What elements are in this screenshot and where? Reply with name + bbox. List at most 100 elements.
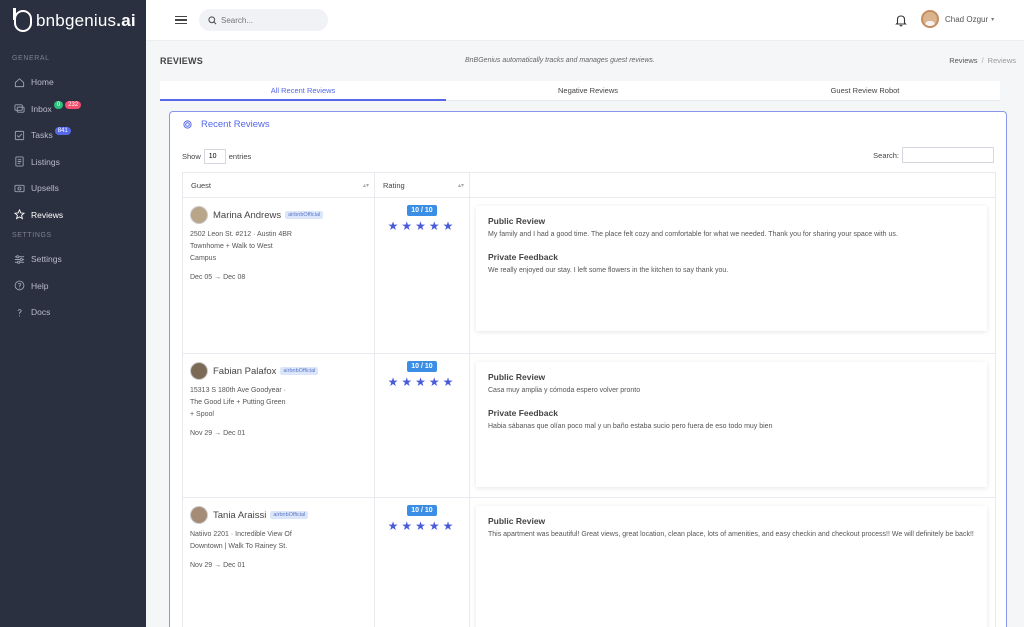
guest-cell: Fabian Palafox airbnbOfficial 15313 S 18…	[182, 354, 375, 497]
page-title: REVIEWS	[160, 56, 203, 66]
rating-badge: 10 / 10	[407, 205, 437, 216]
search-bar[interactable]	[199, 9, 328, 31]
guest-name[interactable]: Fabian Palafox	[213, 366, 276, 377]
page-description: BnBGenius automatically tracks and manag…	[465, 57, 655, 64]
table-search: Search:	[873, 147, 994, 163]
column-header-guest[interactable]: Guest ▴▾	[182, 173, 375, 197]
nav-section-settings: SETTINGS	[12, 231, 52, 239]
address-line: Townhome + Walk to West	[190, 243, 273, 250]
listings-icon	[13, 156, 25, 168]
sidebar-item-upsells[interactable]: Upsells	[0, 175, 146, 202]
channel-tag: airbnbOfficial	[285, 211, 324, 219]
private-feedback-text: Habia sábanas que olían poco mal y un ba…	[488, 423, 773, 430]
guest-cell: Marina Andrews airbnbOfficial 2502 Leon …	[182, 198, 375, 353]
sidebar-item-help[interactable]: Help	[0, 273, 146, 300]
sort-icon: ▴▾	[457, 182, 464, 189]
review-cell: Public Review My family and I had a good…	[470, 198, 996, 353]
sidebar: bnbgenius.ai GENERAL Home Inbox 0 232 Ta…	[0, 0, 146, 627]
tab-negative-reviews[interactable]: Negative Reviews	[446, 81, 730, 101]
tab-all-recent-reviews[interactable]: All Recent Reviews	[160, 81, 446, 101]
guest-name[interactable]: Tania Araissi	[213, 510, 266, 521]
notification-bell-icon[interactable]	[894, 13, 908, 27]
hamburger-menu-icon[interactable]	[175, 14, 187, 27]
sidebar-item-listings[interactable]: Listings	[0, 149, 146, 176]
nav-section-general: GENERAL	[12, 54, 50, 62]
channel-tag: airbnbOfficial	[270, 511, 309, 519]
logo-icon	[13, 7, 32, 32]
review-tabs: All Recent Reviews Negative Reviews Gues…	[160, 81, 1000, 101]
review-box: Public Review My family and I had a good…	[476, 206, 987, 331]
address-line: Campus	[190, 255, 217, 262]
logo-suffix: .ai	[116, 10, 136, 30]
listing-address[interactable]: Natiivo 2201 · Incredible View Of Downto…	[183, 524, 374, 553]
address-line: 15313 S 180th Ave Goodyear ·	[190, 387, 286, 394]
inbox-badge-total: 232	[65, 100, 82, 109]
public-review-label: Public Review	[488, 516, 546, 526]
sidebar-item-label: Settings	[31, 254, 62, 265]
app-logo[interactable]: bnbgenius.ai	[0, 0, 146, 41]
card-title: Recent Reviews	[183, 119, 270, 130]
breadcrumb-link[interactable]: Reviews	[949, 56, 977, 65]
sidebar-item-home[interactable]: Home	[0, 69, 146, 96]
inbox-badge-unread: 0	[53, 100, 64, 109]
user-name: Chad Ozgur	[945, 14, 989, 24]
home-icon	[13, 76, 25, 88]
rating-badge: 10 / 10	[407, 361, 437, 372]
review-cell: Public Review This apartment was beautif…	[470, 498, 996, 627]
column-header-rating[interactable]: Rating ▴▾	[375, 173, 470, 197]
chevron-down-icon: ▾	[991, 16, 995, 23]
table-header: Guest ▴▾ Rating ▴▾	[182, 172, 996, 198]
guest-avatar	[190, 206, 208, 224]
help-icon	[13, 280, 25, 292]
breadcrumb-current: Reviews	[987, 56, 1016, 65]
stay-dates: Nov 29 → Dec 01	[190, 562, 246, 569]
user-menu[interactable]: Chad Ozgur ▾	[921, 10, 994, 28]
sidebar-item-settings[interactable]: Settings	[0, 246, 146, 273]
sidebar-item-tasks[interactable]: Tasks 841	[0, 122, 146, 149]
table-search-input[interactable]	[902, 147, 994, 163]
column-header-label: Rating	[383, 180, 405, 190]
private-feedback-text: We really enjoyed our stay. I left some …	[488, 267, 729, 274]
listing-address[interactable]: 2502 Leon St. #212 · Austin 4BR Townhome…	[183, 224, 374, 265]
inbox-icon	[13, 103, 25, 115]
table-search-label: Search:	[873, 150, 899, 160]
entries-control: Show entries	[182, 149, 251, 164]
address-line: The Good Life + Putting Green	[190, 399, 286, 406]
breadcrumb: Reviews / Reviews	[949, 56, 1016, 65]
star-rating-icon: ★★★★★	[387, 375, 457, 389]
public-review-text: Casa muy amplia y cómoda espero volver p…	[488, 387, 641, 394]
search-input[interactable]	[221, 15, 316, 25]
sidebar-item-inbox[interactable]: Inbox 0 232	[0, 96, 146, 123]
channel-tag: airbnbOfficial	[280, 367, 319, 375]
entries-select[interactable]	[203, 149, 226, 164]
review-box: Public Review This apartment was beautif…	[476, 506, 987, 627]
guest-cell: Tania Araissi airbnbOfficial Natiivo 220…	[182, 498, 375, 627]
sidebar-item-label: Reviews	[31, 209, 64, 220]
star-icon	[13, 209, 25, 221]
sliders-icon	[13, 253, 25, 265]
target-icon	[183, 120, 192, 129]
logo-text: bnbgenius	[36, 10, 117, 30]
listing-address[interactable]: 15313 S 180th Ave Goodyear · The Good Li…	[183, 380, 374, 421]
address-line: + Spool	[190, 411, 214, 418]
column-header-review	[470, 173, 996, 197]
review-box: Public Review Casa muy amplia y cómoda e…	[476, 362, 987, 487]
sort-icon: ▴▾	[362, 182, 369, 189]
sidebar-item-reviews[interactable]: Reviews	[0, 202, 146, 229]
guest-name[interactable]: Marina Andrews	[213, 210, 281, 221]
sidebar-item-label: Help	[31, 280, 49, 291]
rating-cell: 10 / 10 ★★★★★	[375, 354, 470, 497]
sidebar-item-docs[interactable]: Docs	[0, 299, 146, 326]
sidebar-item-label: Upsells	[31, 183, 59, 194]
top-bar: Chad Ozgur ▾	[146, 0, 1024, 41]
sidebar-item-label: Docs	[31, 307, 51, 318]
guest-avatar	[190, 506, 208, 524]
table-row: Fabian Palafox airbnbOfficial 15313 S 18…	[182, 354, 996, 498]
guest-avatar	[190, 362, 208, 380]
tasks-badge: 841	[54, 127, 71, 136]
show-label: Show	[182, 152, 201, 161]
tab-guest-review-robot[interactable]: Guest Review Robot	[730, 81, 1000, 101]
rating-cell: 10 / 10 ★★★★★	[375, 498, 470, 627]
rating-badge: 10 / 10	[407, 505, 437, 516]
reviews-table: Guest ▴▾ Rating ▴▾ Marina Andrews airbnbOf…	[182, 172, 996, 627]
